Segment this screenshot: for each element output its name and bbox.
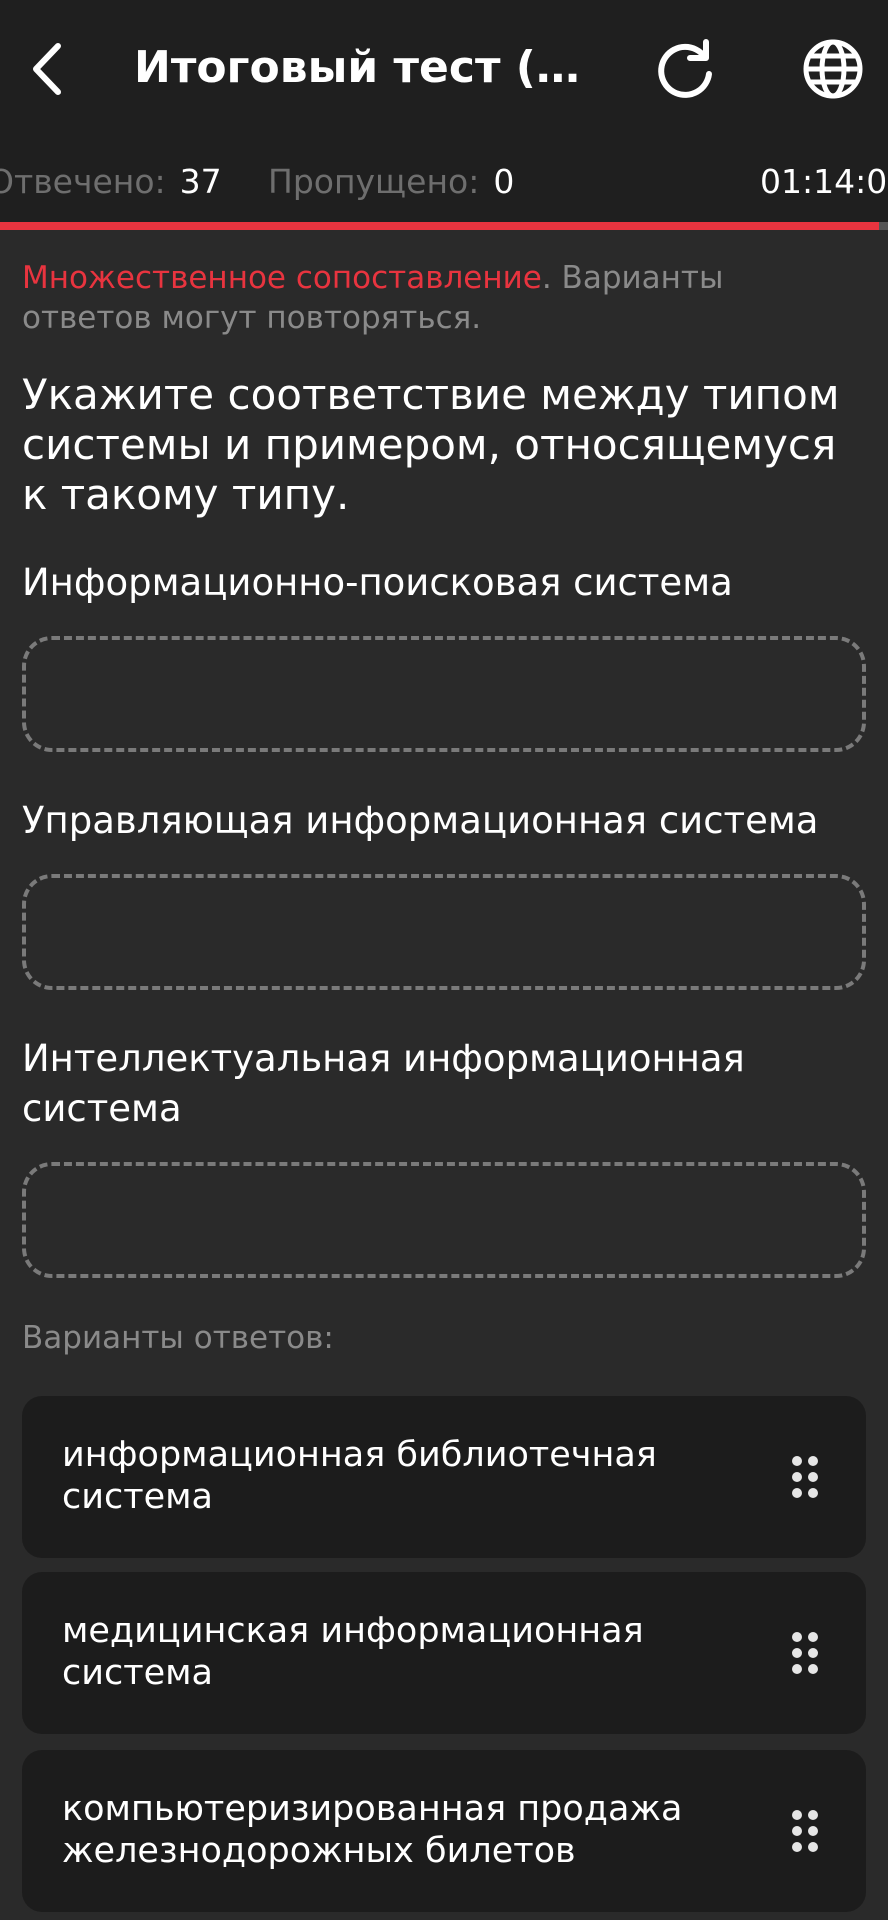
drop-zone[interactable] [22, 636, 866, 752]
answer-option[interactable]: информационная библиотечная система [22, 1396, 866, 1558]
category-label: Управляющая информационная система [22, 799, 819, 842]
answered-counter: Отвечено: 37 [0, 162, 222, 202]
answer-option-text: информационная библиотечная система [62, 1435, 657, 1517]
status-bar: Отвечено: 37 Пропущено: 0 01:14:08 [0, 140, 888, 224]
page-title: Итоговый тест (пе... [134, 42, 594, 93]
drag-handle-icon[interactable] [790, 1630, 820, 1676]
chevron-left-icon[interactable] [22, 36, 72, 102]
skipped-label: Пропущено: [268, 162, 480, 201]
answered-label: Отвечено: [0, 162, 166, 201]
refresh-icon[interactable] [652, 36, 718, 102]
timer: 01:14:08 [760, 162, 888, 201]
drag-handle-icon[interactable] [790, 1454, 820, 1500]
progress-bar [0, 222, 888, 230]
skipped-counter: Пропущено: 0 [268, 162, 514, 202]
drag-handle-icon[interactable] [790, 1808, 820, 1854]
category-label: Информационно-поисковая система [22, 561, 733, 604]
answered-value: 37 [179, 162, 222, 201]
progress-fill [0, 222, 880, 230]
drop-zone[interactable] [22, 1162, 866, 1278]
category-label: Интеллектуальная информационная система [22, 1037, 745, 1130]
answer-option-text: компьютеризированная продажа железнодоро… [62, 1789, 683, 1871]
question-type-label: Множественное сопоставление [22, 260, 542, 296]
question-type: Множественное сопоставление. Варианты от… [22, 258, 862, 338]
question-text: Укажите соответствие между типом системы… [22, 370, 840, 519]
options-label: Варианты ответов: [22, 1320, 334, 1356]
answer-option[interactable]: компьютеризированная продажа железнодоро… [22, 1750, 866, 1912]
skipped-value: 0 [493, 162, 515, 201]
answer-option-text: медицинская информационная система [62, 1611, 644, 1693]
drop-zone[interactable] [22, 874, 866, 990]
globe-icon[interactable] [800, 36, 866, 102]
answer-option[interactable]: медицинская информационная система [22, 1572, 866, 1734]
app-bar: Итоговый тест (пе... [0, 0, 888, 140]
